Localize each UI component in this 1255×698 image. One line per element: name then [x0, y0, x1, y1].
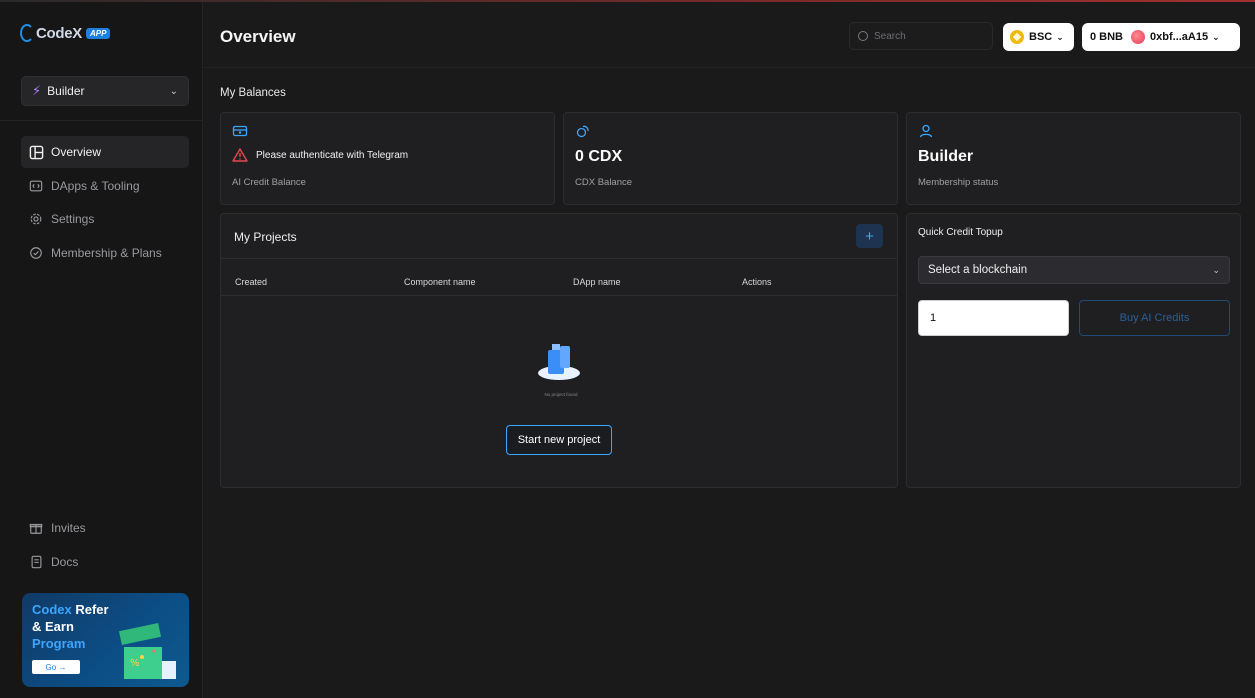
- chevron-down-icon: ⌄: [1212, 31, 1220, 42]
- membership-label: Membership status: [918, 177, 999, 188]
- sidebar-item-docs[interactable]: Docs: [21, 546, 189, 578]
- logo-mark-icon: [20, 24, 34, 42]
- sidebar-item-dapps[interactable]: DApps & Tooling: [21, 170, 189, 202]
- column-header: Component name: [404, 277, 476, 287]
- account-button[interactable]: 0 BNB 0xbf...aA15 ⌄: [1082, 23, 1240, 51]
- warning-text: Please authenticate with Telegram: [256, 149, 409, 161]
- warning-icon: [232, 148, 248, 162]
- sidebar-item-label: DApps & Tooling: [51, 178, 140, 193]
- empty-state-text: No project found: [544, 392, 578, 397]
- cdx-balance-card: 0 CDX CDX Balance: [563, 112, 898, 205]
- membership-card: Builder Membership status: [906, 112, 1241, 205]
- wallet-balance: 0 BNB: [1090, 31, 1124, 43]
- sidebar-item-label: Settings: [51, 212, 95, 226]
- buy-ai-credits-button[interactable]: Buy AI Credits: [1079, 300, 1230, 336]
- gift-box-illustration: %: [118, 622, 176, 679]
- chevron-down-icon: ⌄: [1056, 31, 1064, 42]
- search-icon: [858, 31, 868, 41]
- projects-table-header: Created Component name DApp name Actions: [221, 277, 897, 295]
- search-placeholder: Search: [874, 30, 906, 42]
- coins-icon: [576, 125, 589, 138]
- ai-credit-label: AI Credit Balance: [232, 177, 306, 188]
- projects-divider: [221, 258, 897, 259]
- chain-label: BSC: [1029, 31, 1053, 43]
- quick-topup-card: Quick Credit Topup Select a blockchain ⌄…: [906, 213, 1241, 488]
- empty-box-illustration: [538, 344, 580, 380]
- my-projects-card: My Projects + Created Component name DAp…: [220, 213, 898, 488]
- gear-icon: [28, 211, 44, 227]
- brand-badge: APP: [86, 27, 111, 39]
- sidebar-item-label: Docs: [51, 554, 79, 569]
- workspace-select[interactable]: ⚡︎ Builder ⌄: [21, 76, 189, 106]
- brand-logo[interactable]: CodeX APP: [20, 24, 111, 42]
- projects-title: My Projects: [234, 230, 297, 244]
- wallet-address: 0xbf...aA15: [1150, 31, 1209, 43]
- credit-card-icon: [232, 125, 248, 137]
- sidebar-item-invites[interactable]: Invites: [21, 512, 189, 544]
- bsc-icon: [1010, 30, 1024, 44]
- svg-text:%: %: [130, 658, 140, 669]
- add-project-button[interactable]: +: [856, 224, 883, 248]
- top-header: Overview Search BSC ⌄ 0 BNB 0xbf...aA15 …: [204, 2, 1255, 68]
- chain-selector-button[interactable]: BSC ⌄: [1003, 23, 1074, 51]
- chevron-down-icon: ⌄: [1212, 264, 1220, 275]
- promo-line-1: Codex Refer: [32, 602, 109, 617]
- bolt-icon: ⚡︎: [32, 83, 42, 98]
- promo-go-button[interactable]: Go →: [32, 660, 80, 674]
- workspace-select-label: Builder: [47, 84, 85, 98]
- telegram-auth-warning[interactable]: Please authenticate with Telegram: [232, 148, 408, 162]
- blockchain-select[interactable]: Select a blockchain ⌄: [918, 256, 1230, 284]
- column-header: DApp name: [573, 277, 621, 287]
- page-title: Overview: [220, 27, 296, 46]
- sidebar-item-label: Invites: [51, 521, 86, 535]
- balances-section-title: My Balances: [220, 87, 286, 99]
- refer-earn-banner[interactable]: Codex Refer & Earn Program Go → %: [22, 593, 189, 687]
- column-header: Created: [235, 277, 268, 287]
- sidebar-nav: Overview DApps & Tooling Settings Member…: [21, 136, 189, 270]
- sidebar-item-label: Overview: [51, 145, 102, 159]
- layout-icon: [28, 144, 44, 160]
- sidebar-item-settings[interactable]: Settings: [21, 203, 189, 235]
- avatar: [1131, 30, 1146, 44]
- blockchain-select-value: Select a blockchain: [928, 264, 1028, 276]
- ai-credit-card: Please authenticate with Telegram AI Cre…: [220, 112, 555, 205]
- cdx-balance-label: CDX Balance: [575, 177, 633, 188]
- topup-title: Quick Credit Topup: [918, 227, 1003, 238]
- membership-value: Builder: [918, 148, 974, 165]
- sidebar-item-overview[interactable]: Overview: [21, 136, 189, 168]
- gift-icon: [28, 520, 44, 536]
- sidebar-divider: [0, 120, 203, 121]
- credit-amount-input[interactable]: 1: [918, 300, 1069, 336]
- document-icon: [28, 554, 44, 570]
- sidebar-bottom-nav: Invites Docs: [21, 512, 189, 579]
- start-new-project-button[interactable]: Start new project: [506, 425, 612, 455]
- search-input[interactable]: Search: [849, 22, 993, 50]
- sidebar-item-membership[interactable]: Membership & Plans: [21, 237, 189, 269]
- brand-name: CodeX: [36, 24, 83, 42]
- column-header: Actions: [742, 277, 772, 287]
- sidebar-item-label: Membership & Plans: [51, 245, 162, 260]
- cdx-balance-value: 0 CDX: [575, 148, 623, 165]
- check-circle-icon: [28, 245, 44, 261]
- sidebar: CodeX APP ⚡︎ Builder ⌄ Overview DApps & …: [0, 2, 203, 698]
- user-icon: [919, 124, 933, 138]
- table-header-divider: [221, 295, 897, 296]
- code-icon: [28, 178, 44, 194]
- chevron-down-icon: ⌄: [169, 85, 178, 97]
